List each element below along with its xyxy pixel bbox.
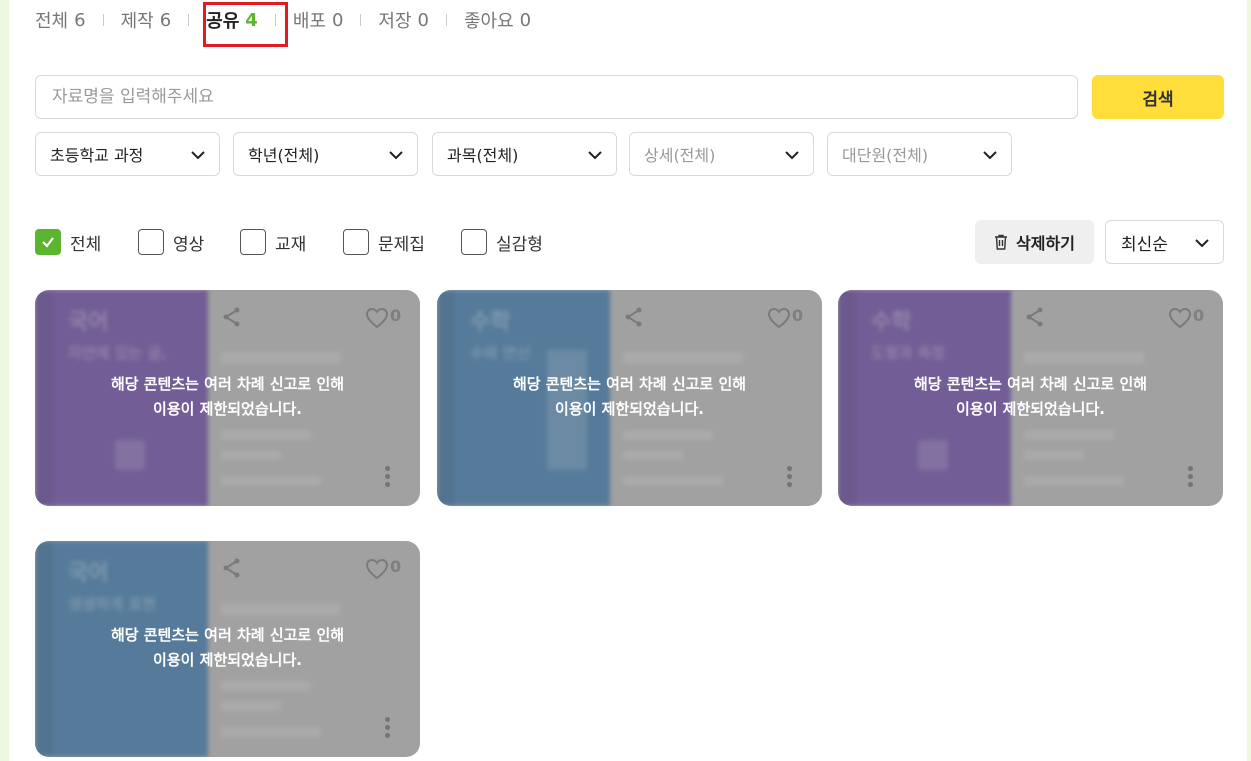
restricted-message-line: 해당 콘텐츠는 여러 차례 신고로 인해 [512,375,747,393]
tab-count: 0 [519,9,532,31]
checkbox-label: 영상 [173,234,205,255]
tab-divider [102,14,104,26]
type-checkbox-video[interactable]: 영상 [138,229,204,255]
restricted-message: 해당 콘텐츠는 여러 차례 신고로 인해이용이 제한되었습니다. [35,372,420,422]
restricted-message-line: 이용이 제한되었습니다. [153,651,302,669]
content-tabs: 전체 6 제작 6 공유 4 배포 0 저장 0 좋아요 0 [35,6,531,34]
content-card[interactable]: 국어 자연에 있는 글, 0 해당 콘텐츠는 여러 차례 신고로 인해 이용이 제… [35,290,420,506]
tab-saved[interactable]: 저장 0 [378,7,429,33]
type-checkbox-workbook[interactable]: 문제집 [343,229,425,255]
detail-select[interactable]: 상세(전체) [629,132,814,176]
type-filter-row: 전체 영상 교재 문제집 실감형 삭제하기 최신순 [35,220,1224,264]
search-row: 검색 [35,75,1224,119]
content-card[interactable]: 수학 수와 연산 0 해당 콘텐츠는 여러 차례 신고로 인해 이용이 제한되었습… [437,290,822,506]
trash-icon [995,234,1008,250]
tab-created[interactable]: 제작 6 [121,7,172,33]
type-checkbox-all[interactable]: 전체 [35,229,101,255]
delete-button-label: 삭제하기 [1016,234,1075,253]
checkbox-box [343,229,369,255]
content-card[interactable]: 수학 도형과 측정 0 해당 콘텐츠는 여러 차례 신고로 인해 이용이 제한되었… [838,290,1223,506]
unit-select[interactable]: 대단원(전체) [827,132,1012,176]
tab-label: 전체 [35,11,69,32]
restricted-message-line: 이용이 제한되었습니다. [555,400,704,418]
select-value: 상세(전체) [644,146,716,165]
select-value: 과목(전체) [447,146,519,165]
checkbox-box [240,229,266,255]
tab-count: 6 [159,9,172,31]
tab-divider [445,14,447,26]
tab-liked[interactable]: 좋아요 0 [464,7,531,33]
subject-select[interactable]: 과목(전체) [432,132,617,176]
tab-count: 0 [417,9,429,31]
left-sidebar-edge [0,0,9,761]
tab-divider [274,14,276,26]
select-value: 학년(전체) [248,146,320,165]
chevron-down-icon [785,151,799,160]
chevron-down-icon [588,151,602,160]
chevron-down-icon [1195,239,1209,248]
restricted-message: 해당 콘텐츠는 여러 차례 신고로 인해이용이 제한되었습니다. [35,623,420,673]
tab-label: 배포 [292,11,326,32]
tab-count: 4 [245,9,258,31]
select-value: 초등학교 과정 [50,146,144,165]
grade-select[interactable]: 학년(전체) [233,132,418,176]
restricted-message: 해당 콘텐츠는 여러 차례 신고로 인해이용이 제한되었습니다. [838,372,1223,422]
checkbox-box [461,229,487,255]
sort-select[interactable]: 최신순 [1105,220,1224,264]
content-card[interactable]: 국어 생생하게 표현 0 해당 콘텐츠는 여러 차례 신고로 인해 이용이 제한되… [35,541,420,757]
tab-label: 좋아요 [463,11,514,32]
tab-divider [360,14,362,26]
type-checkbox-immersive[interactable]: 실감형 [461,229,543,255]
restricted-message-line: 해당 콘텐츠는 여러 차례 신고로 인해 [110,375,345,393]
sort-value: 최신순 [1121,234,1168,255]
restricted-message-line: 해당 콘텐츠는 여러 차례 신고로 인해 [110,626,345,644]
tab-all[interactable]: 전체 6 [35,7,86,33]
delete-button[interactable]: 삭제하기 [975,220,1094,264]
type-checkbox-textbook[interactable]: 교재 [240,229,306,255]
checkbox-label: 교재 [275,234,307,255]
checkbox-box [35,229,61,255]
search-input[interactable] [35,75,1078,119]
restricted-message-line: 이용이 제한되었습니다. [153,400,302,418]
checkbox-label: 문제집 [378,234,425,255]
check-icon [42,237,54,248]
chevron-down-icon [389,151,403,160]
tab-label: 공유 [206,11,240,32]
tab-label: 저장 [378,11,412,32]
course-select[interactable]: 초등학교 과정 [35,132,220,176]
tab-shared[interactable]: 공유 4 [206,7,258,33]
restricted-message-line: 이용이 제한되었습니다. [956,400,1105,418]
checkbox-label: 전체 [70,234,102,255]
restricted-message: 해당 콘텐츠는 여러 차례 신고로 인해이용이 제한되었습니다. [437,372,822,422]
chevron-down-icon [983,151,997,160]
restricted-message-line: 해당 콘텐츠는 여러 차례 신고로 인해 [913,375,1148,393]
tab-distributed[interactable]: 배포 0 [293,7,344,33]
tab-divider [188,14,190,26]
checkbox-box [138,229,164,255]
right-edge [1247,0,1251,761]
search-button[interactable]: 검색 [1092,75,1224,119]
tab-count: 6 [74,9,86,31]
chevron-down-icon [191,151,205,160]
select-value: 대단원(전체) [842,146,929,165]
tab-label: 제작 [120,11,154,32]
checkbox-label: 실감형 [496,234,543,255]
tab-count: 0 [331,9,344,31]
